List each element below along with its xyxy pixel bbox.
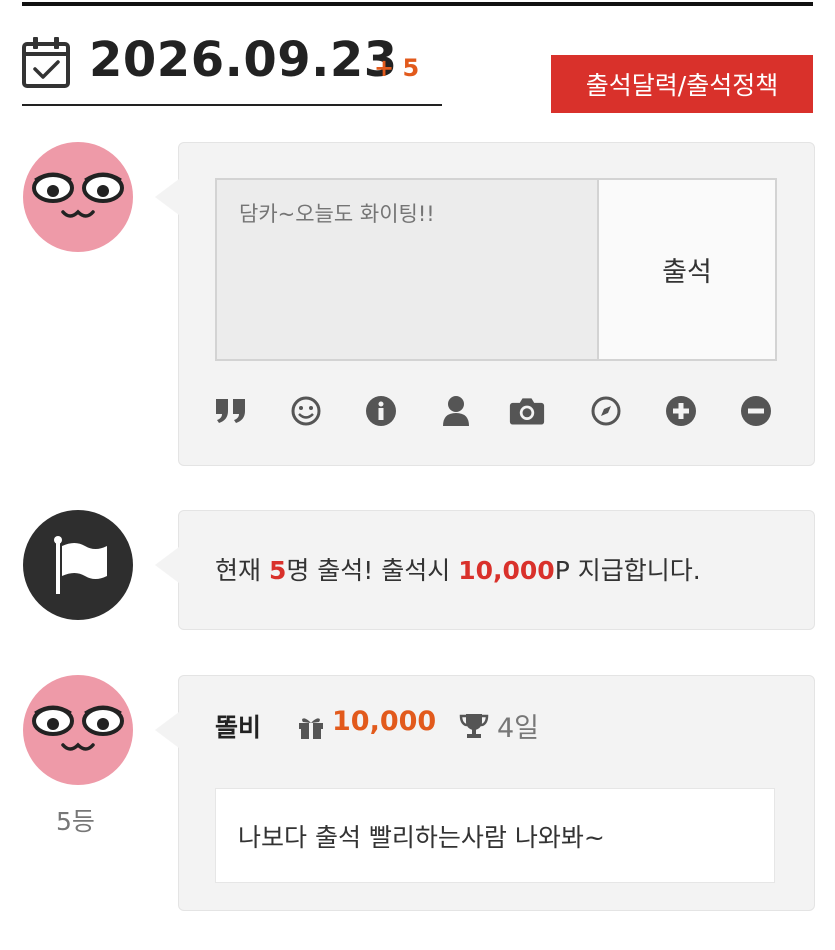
attendance-comment-input[interactable]	[215, 178, 597, 361]
attendance-entry: 똘비 10,000 4일 나보다 출석 빨리하는사람 나와봐~	[155, 675, 815, 911]
attendance-policy-button[interactable]: 출석달력/출석정책	[551, 55, 813, 113]
entry-message: 나보다 출석 빨리하는사람 나와봐~	[215, 788, 775, 883]
entry-username[interactable]: 똘비	[215, 708, 261, 744]
avatar	[23, 142, 133, 252]
bubble-tail	[155, 547, 179, 583]
date-text: 2026.09.23	[89, 32, 398, 88]
entry-avatar	[23, 675, 133, 785]
quote-icon[interactable]	[213, 393, 249, 429]
attendance-notice: 현재 5명 출석! 출석시 10,000P 지급합니다.	[215, 556, 701, 585]
camera-icon[interactable]	[509, 393, 545, 429]
entry-points: 10,000	[332, 706, 437, 737]
compose-toolbar	[213, 393, 773, 433]
compose-panel: 출석	[155, 142, 815, 466]
bubble-tail	[155, 179, 179, 215]
user-icon[interactable]	[438, 393, 474, 429]
rank-label: 5등	[56, 807, 95, 836]
notice-panel: 현재 5명 출석! 출석시 10,000P 지급합니다.	[155, 510, 815, 630]
date-header: 2026.09.23 + 5	[22, 30, 442, 106]
calendar-check-icon	[22, 37, 70, 88]
gift-icon	[299, 718, 323, 739]
notice-avatar	[23, 510, 133, 620]
date-plus-count: + 5	[374, 54, 420, 82]
compass-icon[interactable]	[588, 393, 624, 429]
bubble-tail	[155, 712, 179, 748]
flag-icon	[54, 536, 107, 594]
attend-submit-button[interactable]: 출석	[597, 178, 777, 361]
smiley-icon[interactable]	[288, 393, 324, 429]
info-icon[interactable]	[363, 393, 399, 429]
top-divider	[22, 2, 813, 6]
plus-circle-icon[interactable]	[663, 393, 699, 429]
entry-streak-days: 4일	[497, 713, 540, 744]
smiley-face-avatar-icon	[32, 172, 124, 218]
smiley-face-avatar-icon	[32, 705, 124, 751]
trophy-icon	[459, 714, 489, 738]
minus-circle-icon[interactable]	[738, 393, 774, 429]
